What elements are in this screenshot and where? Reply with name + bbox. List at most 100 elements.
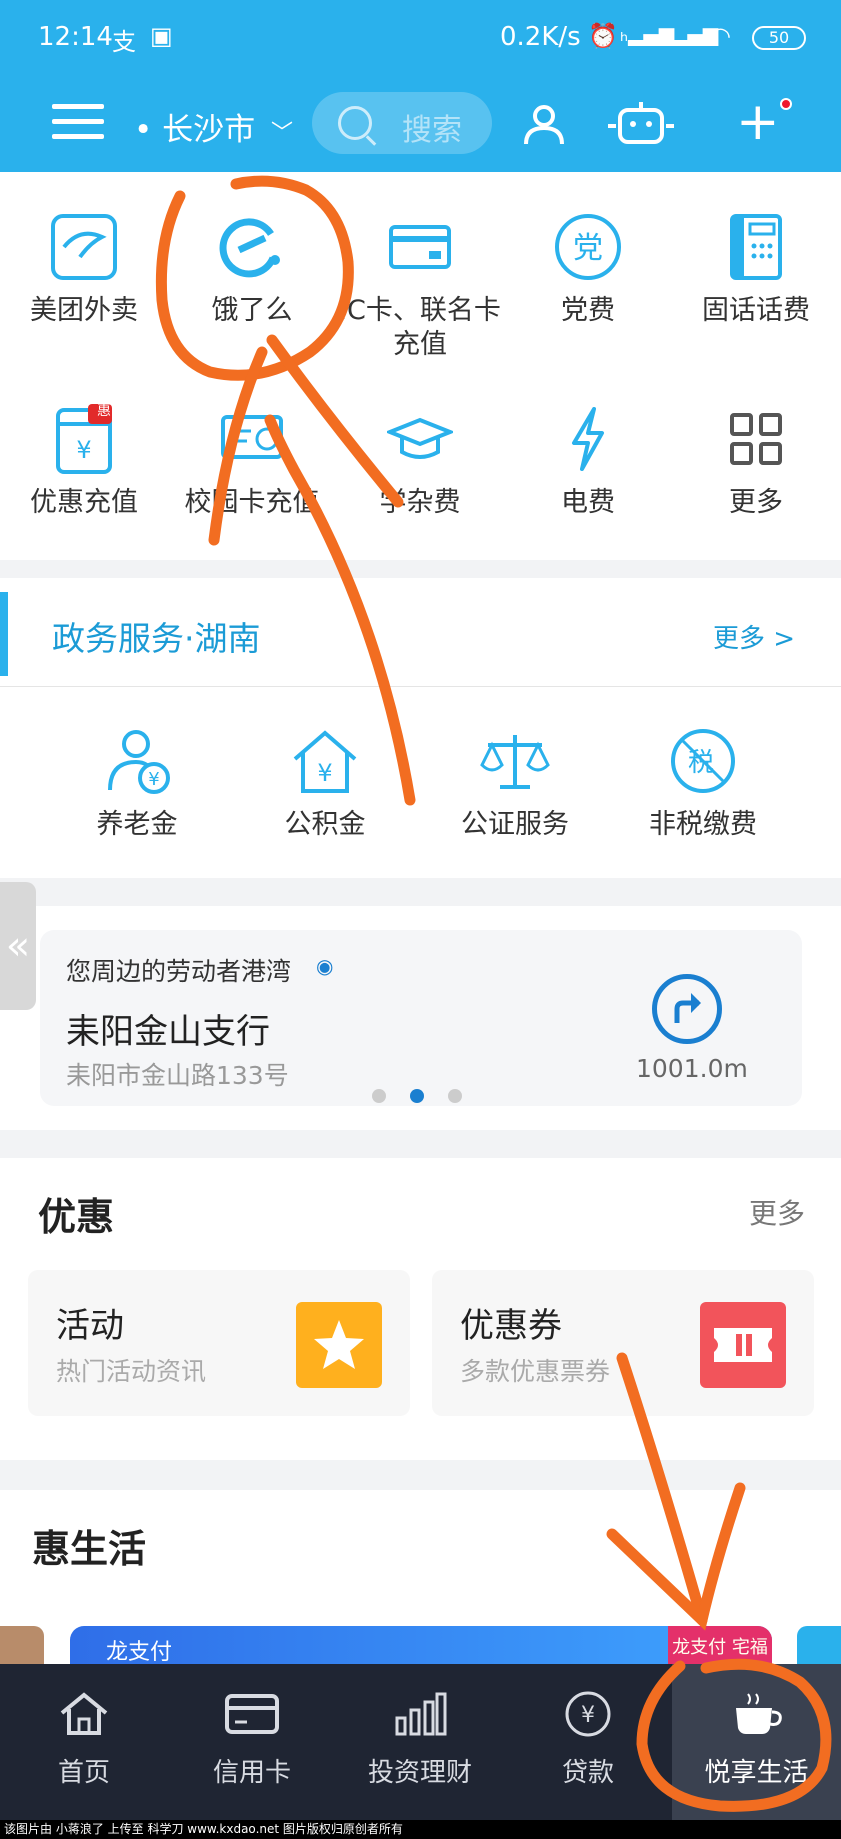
service-discount-recharge[interactable]: ¥ 惠 优惠充值 — [0, 402, 168, 520]
location-pin-icon: ◉ — [316, 954, 334, 978]
gov-more-link[interactable]: 更多 > — [713, 618, 795, 655]
outlet-distance: 1001.0m — [636, 1054, 748, 1083]
watermark-footer: 该图片由 小蒋浪了 上传至 科学刀 www.kxdao.net 图片版权归原创者… — [0, 1820, 841, 1839]
gov-label: 公证服务 — [461, 809, 569, 840]
service-label: 校园卡充值 — [184, 487, 320, 518]
carousel-dot[interactable] — [448, 1089, 462, 1103]
gov-label: 养老金 — [96, 809, 178, 840]
alarm-icon: ⏰ — [588, 22, 618, 50]
service-label: 电费 — [561, 487, 615, 518]
phone-icon — [719, 210, 793, 284]
tab-label: 信用卡 — [212, 1758, 291, 1788]
gov-label: 公积金 — [284, 809, 366, 840]
promo-card-subtitle: 热门活动资讯 — [56, 1357, 207, 1386]
wifi-icon: ◠ — [710, 22, 731, 50]
gov-services-panel: 政务服务·湖南 更多 > ¥ 养老金 ¥ 公积金 公证服务 税 非税缴费 — [0, 578, 841, 878]
tab-label: 悦享生活 — [704, 1758, 809, 1788]
side-collapse-tab[interactable]: « — [0, 882, 36, 1010]
service-label: 固话话费 — [702, 295, 810, 326]
gov-item-housing-fund[interactable]: ¥ 公积金 — [230, 724, 420, 842]
gov-item-pension[interactable]: ¥ 养老金 — [42, 724, 232, 842]
coffee-cup-icon — [729, 1686, 785, 1742]
promo-card-activity[interactable]: 活动 热门活动资讯 — [28, 1270, 410, 1416]
outlet-card[interactable]: 您周边的劳动者港湾 ◉ 耒阳金山支行 耒阳市金山路133号 1001.0m — [40, 930, 802, 1106]
svg-text:¥: ¥ — [317, 759, 332, 787]
user-icon[interactable] — [522, 102, 566, 146]
battery-icon: 50 — [752, 26, 806, 50]
service-more[interactable]: 更多 — [672, 402, 840, 520]
city-selector[interactable]: • 长沙市 ﹀ — [134, 104, 293, 149]
service-label: 学杂费 — [379, 487, 461, 518]
tax-icon: 税 — [666, 724, 740, 798]
add-icon[interactable]: + — [736, 96, 792, 148]
carousel-dot-active[interactable] — [410, 1089, 424, 1103]
svg-text:¥: ¥ — [581, 1703, 595, 1728]
graduation-cap-icon — [383, 402, 457, 476]
net-speed: 0.2K/s — [500, 22, 581, 52]
chevron-down-icon: ﹀ — [271, 121, 294, 146]
outlet-address: 耒阳市金山路133号 — [66, 1061, 289, 1090]
search-input[interactable]: 搜索 — [312, 92, 492, 154]
robot-icon[interactable] — [606, 100, 676, 146]
grid-more-icon — [719, 402, 793, 476]
gov-title: 政务服务·湖南 — [52, 619, 261, 658]
promo-card-subtitle: 多款优惠票券 — [460, 1357, 611, 1386]
svg-text:¥: ¥ — [148, 769, 159, 790]
party-icon: 党 — [551, 210, 625, 284]
recharge-icon: ¥ 惠 — [47, 402, 121, 476]
service-grid: 美团外卖 饿了么 IC卡、联名卡 充值 党 党费 固话话费 ¥ 惠 优惠充值 校… — [0, 172, 841, 560]
bottom-tab-bar: 首页 信用卡 投资理财 ¥ 贷款 悦享生活 — [0, 1664, 841, 1820]
service-landline[interactable]: 固话话费 — [672, 210, 840, 328]
gov-label: 非税缴费 — [649, 809, 757, 840]
search-placeholder: 搜索 — [402, 113, 462, 148]
svg-text:¥: ¥ — [76, 436, 91, 464]
promo-more-link[interactable]: 更多 — [749, 1192, 805, 1232]
tax-glyph: 税 — [688, 748, 715, 778]
tab-label: 投资理财 — [367, 1758, 472, 1788]
status-time: 12:14 — [38, 22, 113, 52]
card-icon — [383, 210, 457, 284]
service-meituan[interactable]: 美团外卖 — [0, 210, 168, 328]
menu-icon[interactable] — [52, 104, 104, 144]
housing-fund-icon: ¥ — [288, 724, 362, 798]
tab-label: 首页 — [57, 1758, 110, 1788]
yuan-coin-icon: ¥ — [560, 1686, 616, 1742]
service-party-fee[interactable]: 党 党费 — [504, 210, 672, 328]
service-ic-card[interactable]: IC卡、联名卡 充值 — [336, 210, 504, 362]
credit-card-icon — [224, 1686, 280, 1742]
discount-badge: 惠 — [97, 403, 111, 419]
promo-card-coupon[interactable]: 优惠券 多款优惠票券 — [432, 1270, 814, 1416]
outlet-name: 耒阳金山支行 — [66, 1012, 270, 1052]
service-label: 党费 — [561, 295, 615, 326]
service-campus-card[interactable]: 校园卡充值 — [168, 402, 336, 520]
nav-bar: • 长沙市 ﹀ 搜索 + — [0, 86, 841, 162]
gov-item-non-tax[interactable]: 税 非税缴费 — [608, 724, 798, 842]
service-label: IC卡、联名卡 充值 — [339, 295, 501, 360]
outlet-heading: 您周边的劳动者港湾 — [66, 957, 292, 986]
tab-home[interactable]: 首页 — [0, 1664, 168, 1820]
promo-title: 优惠 — [38, 1195, 115, 1239]
promo-section: 优惠 更多 活动 热门活动资讯 优惠券 多款优惠票券 — [0, 1158, 841, 1460]
banner-logo: 龙支付 — [106, 1640, 173, 1665]
tab-credit-card[interactable]: 信用卡 — [168, 1664, 336, 1820]
service-label: 优惠充值 — [30, 487, 138, 518]
scales-icon — [478, 724, 552, 798]
eleme-icon — [215, 210, 289, 284]
tab-investment[interactable]: 投资理财 — [336, 1664, 504, 1820]
tab-loan[interactable]: ¥ 贷款 — [504, 1664, 672, 1820]
gov-item-notary[interactable]: 公证服务 — [420, 724, 610, 842]
navigate-icon[interactable] — [652, 974, 722, 1044]
tab-enjoy-life[interactable]: 悦享生活 — [672, 1664, 841, 1820]
service-eleme[interactable]: 饿了么 — [168, 210, 336, 328]
service-label: 美团外卖 — [30, 295, 138, 326]
meituan-icon — [47, 210, 121, 284]
top-bar: 12:14 支 ▣ 0.2K/s ⏰ ₕ▂▄▆ ₕ▂▄▆ ◠ 50 • 长沙市 … — [0, 0, 841, 172]
service-electricity[interactable]: 电费 — [504, 402, 672, 520]
section-accent-bar — [0, 592, 8, 676]
tab-label: 贷款 — [561, 1758, 614, 1788]
service-tuition[interactable]: 学杂费 — [336, 402, 504, 520]
carousel-dot[interactable] — [372, 1089, 386, 1103]
alipay-icon: 支 — [112, 28, 136, 56]
city-label: • 长沙市 — [134, 112, 256, 148]
promo-card-title: 活动 — [56, 1306, 124, 1346]
